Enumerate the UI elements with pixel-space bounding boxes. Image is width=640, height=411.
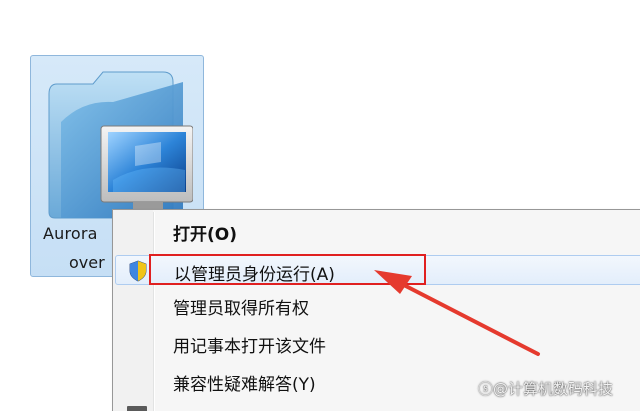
next-menu-item-icon-partial (127, 406, 147, 411)
menu-item-label: 用记事本打开该文件 (173, 337, 326, 357)
menu-item-open[interactable]: 打开(O) (115, 216, 640, 246)
menu-item-label: 管理员取得所有权 (173, 299, 309, 319)
file-name-line2: over (69, 253, 105, 272)
watermark: ⓢ@计算机数码科技 (478, 378, 613, 399)
watermark-icon: ⓢ (478, 380, 494, 398)
desktop-area: Aurora over 打开(O) 以管理员身份运行(A) 管理员取得所有权 用… (0, 0, 640, 411)
uac-shield-icon (129, 260, 147, 282)
watermark-text: @计算机数码科技 (493, 380, 614, 398)
folder-with-monitor-icon (48, 71, 193, 219)
menu-item-label: 打开(O) (173, 225, 237, 245)
file-name-line1: Aurora (43, 224, 98, 243)
annotation-arrow-icon (374, 270, 540, 356)
menu-item-label: 兼容性疑难解答(Y) (173, 375, 316, 395)
